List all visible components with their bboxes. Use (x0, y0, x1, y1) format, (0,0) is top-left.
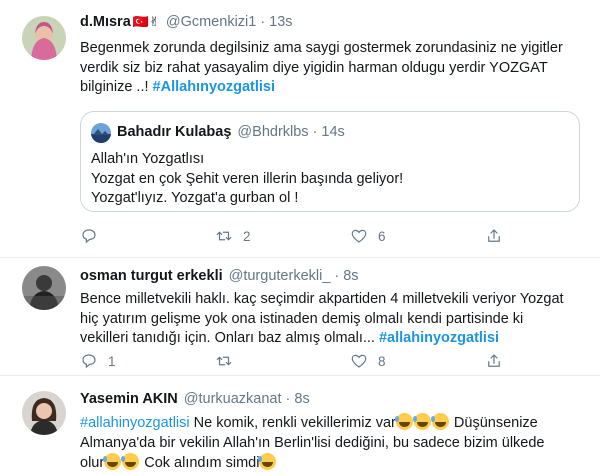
reply-button[interactable]: 1 (80, 352, 215, 370)
hashtag-link[interactable]: #allahinyozgatlisi (80, 415, 190, 431)
name-emoji: 🇹🇷✌ (132, 14, 160, 29)
avatar[interactable] (22, 266, 66, 310)
separator-dot: · (334, 268, 340, 284)
reply-count: 1 (108, 353, 116, 369)
quoted-tweet[interactable]: Bahadır Kulabaş @Bhdrklbs · 14s Allah'ın… (80, 111, 580, 212)
quoted-avatar[interactable] (91, 123, 111, 143)
rofl-emoji-icon (412, 413, 431, 430)
like-count: 8 (378, 353, 386, 369)
display-name[interactable]: osman turgut erkekli (80, 268, 223, 284)
rofl-emoji-icon (258, 453, 277, 470)
separator-dot: · (285, 391, 291, 407)
tweet-text: Bence milletvekili haklı. kaç seçimdir a… (80, 290, 585, 349)
tweet-text-line: Almanya'da bir vekilin Allah'ın Berlin'l… (80, 434, 545, 451)
heart-icon (351, 354, 367, 368)
separator-dot: · (312, 124, 318, 140)
timestamp[interactable]: 13s (269, 14, 292, 30)
timestamp[interactable]: 8s (343, 268, 358, 284)
tweet-text-fragment: Düşünsenize (453, 415, 538, 431)
quoted-text-line: Yozgat en çok Şehit veren illerin başınd… (91, 170, 404, 187)
display-name[interactable]: Yasemin AKIN (80, 391, 178, 407)
tweet-text: #allahinyozgatlisi Ne komik, renkli veki… (80, 413, 585, 474)
handle[interactable]: @turkuazkanat (184, 391, 282, 407)
rofl-emoji-icon (103, 453, 122, 470)
quoted-display-name[interactable]: Bahadır Kulabaş (117, 124, 231, 140)
hashtag-link[interactable]: #Allahınyozgatlisi (153, 79, 275, 95)
handle[interactable]: @Gcmenkizi1 (166, 14, 256, 30)
tweet-text-fragment: Ne komik, renkli vekillerimiz var (193, 415, 396, 431)
tweet-text-line: vekilleri tanıdığı için. Onları baz almı… (80, 330, 375, 346)
quoted-timestamp[interactable]: 14s (321, 124, 344, 140)
like-button[interactable]: 8 (350, 352, 485, 370)
quoted-text-line: Allah'ın Yozgatlısı (91, 151, 205, 167)
rofl-emoji-icon (121, 453, 140, 470)
display-name[interactable]: d.Mısra (80, 14, 131, 30)
avatar[interactable] (22, 391, 66, 435)
tweet-text-line: Bence milletvekili haklı. kaç seçimdir a… (80, 291, 564, 307)
separator-dot: · (260, 14, 266, 30)
handle[interactable]: @turguterkekli_ (229, 268, 331, 284)
quoted-text-line: Yozgat'lıyız. Yozgat'a gurban ol ! (91, 190, 299, 206)
retweet-button[interactable]: 2 (215, 227, 350, 245)
share-icon (488, 229, 500, 242)
avatar[interactable] (22, 16, 66, 60)
reply-icon (82, 354, 96, 369)
rofl-emoji-icon (430, 413, 449, 430)
heart-icon (351, 229, 367, 243)
retweet-count: 2 (243, 228, 251, 244)
retweet-icon (216, 231, 232, 241)
tweet-text-line: Begenmek zorunda degilsiniz ama saygi go… (80, 40, 563, 56)
like-count: 6 (378, 228, 386, 244)
tweet-text-line: hiç yatırım gelişme yok ona istinaden de… (80, 310, 524, 327)
tweet[interactable]: osman turgut erkekli @turguterkekli_ · 8… (0, 258, 600, 376)
hashtag-link[interactable]: #allahinyozgatlisi (379, 330, 499, 346)
share-button[interactable] (485, 352, 600, 370)
timestamp[interactable]: 8s (294, 391, 309, 407)
tweet-text-fragment: Cok alındım simdi (144, 455, 260, 471)
reply-icon (82, 229, 96, 244)
quoted-handle[interactable]: @Bhdrklbs (237, 124, 308, 140)
tweet-text-line: bilginize ..! (80, 79, 149, 95)
rofl-emoji-icon (394, 413, 413, 430)
share-icon (488, 354, 500, 367)
tweet-text-line: verdik siz biz rahat yasayalim diye yigi… (80, 59, 548, 76)
retweet-button[interactable] (215, 352, 350, 370)
quoted-text: Allah'ın Yozgatlısı Yozgat en çok Şehit … (91, 150, 403, 209)
tweet[interactable]: d.Mısra 🇹🇷✌ @Gcmenkizi1 · 13s Begenmek z… (0, 0, 600, 258)
retweet-icon (216, 356, 232, 366)
like-button[interactable]: 6 (350, 227, 485, 245)
tweet-text: Begenmek zorunda degilsiniz ama saygi go… (80, 39, 585, 98)
reply-button[interactable] (80, 227, 215, 245)
share-button[interactable] (485, 227, 600, 245)
tweet[interactable]: Yasemin AKIN @turkuazkanat · 8s #allahin… (0, 376, 600, 476)
tweet-text-fragment: olur (80, 455, 105, 471)
